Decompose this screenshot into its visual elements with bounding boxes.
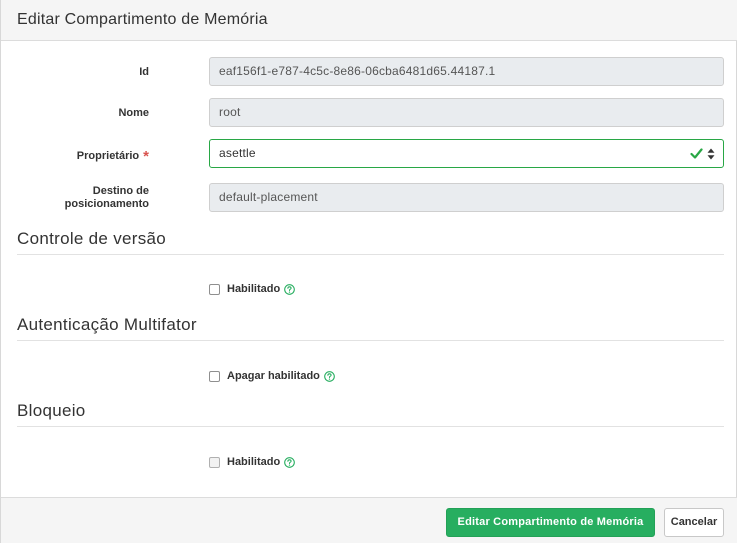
- versioning-section-title: Controle de versão: [17, 229, 167, 248]
- question-circle-icon[interactable]: [324, 370, 335, 382]
- section-divider: [17, 426, 724, 427]
- required-marker: *: [143, 148, 149, 165]
- mfa-delete-checkbox[interactable]: [209, 370, 220, 382]
- owner-label-text: Proprietário: [76, 150, 140, 162]
- submit-button[interactable]: Editar Compartimento de Memória: [446, 508, 655, 537]
- mfa-delete-checkbox-label[interactable]: Apagar habilitado: [227, 370, 320, 382]
- name-field: root: [209, 98, 724, 127]
- lock-section-title: Bloqueio: [17, 401, 86, 420]
- owner-label: Proprietário *: [1, 148, 149, 165]
- dialog-footer: Editar Compartimento de Memória Cancelar: [1, 497, 737, 543]
- sort-updown-icon: [707, 148, 715, 160]
- mfa-section-title: Autenticação Multifator: [17, 315, 197, 334]
- lock-checkbox-label: Habilitado: [227, 456, 281, 468]
- lock-checkbox[interactable]: [209, 456, 220, 468]
- name-label: Nome: [118, 107, 149, 119]
- owner-select[interactable]: asettle: [209, 139, 724, 168]
- placement-field: default-placement: [209, 183, 724, 212]
- dialog-title: Editar Compartimento de Memória: [17, 11, 268, 28]
- owner-select-value: asettle: [219, 146, 256, 160]
- question-circle-icon[interactable]: [284, 283, 296, 295]
- versioning-option[interactable]: Habilitado: [209, 282, 296, 296]
- placement-label-line2: posicionamento: [64, 198, 149, 210]
- cancel-button[interactable]: Cancelar: [664, 508, 724, 537]
- dialog-header: Editar Compartimento de Memória: [1, 0, 737, 41]
- placement-label: Destino de posicionamento: [1, 185, 149, 211]
- section-divider: [17, 254, 724, 255]
- id-label: Id: [139, 66, 149, 78]
- section-divider: [17, 340, 724, 341]
- placement-label-line1: Destino de: [92, 185, 149, 197]
- mfa-delete-option[interactable]: Apagar habilitado: [209, 369, 335, 383]
- question-circle-icon[interactable]: [284, 456, 296, 468]
- id-field: eaf156f1-e787-4c5c-8e86-06cba6481d65.441…: [209, 57, 724, 86]
- lock-option[interactable]: Habilitado: [209, 455, 296, 469]
- edit-bucket-dialog: Editar Compartimento de Memória Id eaf15…: [0, 0, 737, 543]
- check-icon: [690, 148, 703, 159]
- versioning-checkbox-label[interactable]: Habilitado: [227, 283, 280, 295]
- versioning-checkbox[interactable]: [209, 283, 220, 295]
